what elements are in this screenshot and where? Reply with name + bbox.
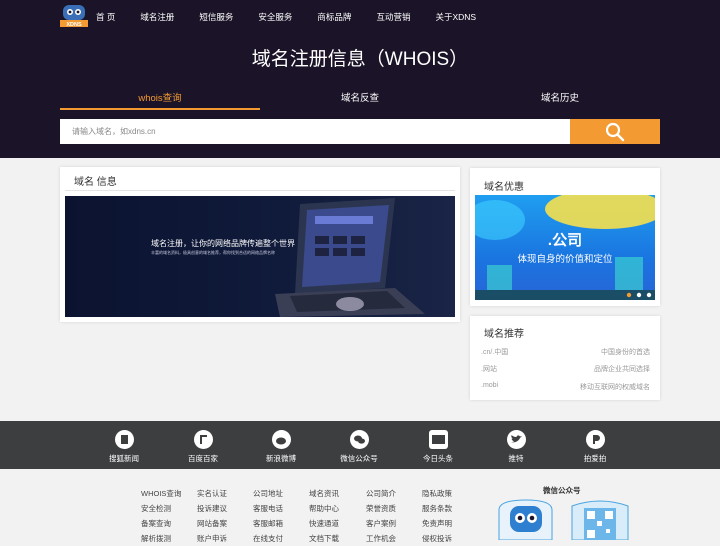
footer-link[interactable]: 隐私政策 bbox=[422, 486, 452, 501]
info-banner-subtitle: 丰富的域名资料，极具创意的域名推荐，帮你找到合适的网络品牌名称 bbox=[151, 250, 275, 255]
footer-links-col: 域名资讯 帮助中心 快速通道 文档下载 bbox=[309, 486, 339, 546]
footer-link[interactable]: 公司地址 bbox=[253, 486, 283, 501]
social-label: 拍爱拍 bbox=[583, 454, 607, 463]
wechat-icon bbox=[349, 430, 369, 449]
divider bbox=[65, 190, 455, 191]
footer-link[interactable]: 投诉建议 bbox=[197, 501, 227, 516]
social-link-sohu[interactable]: 搜狐新闻 bbox=[94, 430, 154, 464]
footer-links-col: WHOIS查询 安全检测 备案查询 解析拨测 bbox=[141, 486, 181, 546]
social-label: 新浪微博 bbox=[266, 454, 296, 463]
sohu-news-icon bbox=[114, 430, 134, 449]
social-label: 百度百家 bbox=[188, 454, 218, 463]
promo-banner[interactable]: .公司 体现自身的价值和定位 bbox=[475, 195, 655, 300]
wechat-title: 微信公众号 bbox=[543, 486, 581, 495]
social-link-paipai[interactable]: 拍爱拍 bbox=[565, 430, 625, 464]
social-label: 今日头条 bbox=[423, 454, 453, 463]
recommend-name[interactable]: .mobi bbox=[481, 382, 498, 389]
logo-text: XDNS bbox=[66, 22, 82, 28]
footer-link[interactable]: 在线支付 bbox=[253, 531, 283, 546]
recommend-desc: 中国身份的首选 bbox=[601, 349, 650, 356]
wechat-qr-code bbox=[498, 499, 629, 540]
promo-banner-subtitle: 体现自身的价值和定位 bbox=[517, 254, 613, 265]
search-icon bbox=[605, 122, 625, 142]
domain-recommend-heading: 域名推荐 bbox=[484, 329, 524, 340]
social-label: 微信公众号 bbox=[340, 454, 378, 463]
info-banner[interactable]: 域名注册，让你的网络品牌传遍整个世界 丰富的域名资料，极具创意的域名推荐，帮你找… bbox=[65, 196, 455, 317]
footer-link[interactable]: 客服邮箱 bbox=[253, 516, 283, 531]
footer-link[interactable]: 账户申诉 bbox=[197, 531, 227, 546]
recommend-name[interactable]: .网站 bbox=[481, 364, 497, 374]
promo-banner-title: .公司 bbox=[547, 232, 583, 249]
social-link-baidu[interactable]: 百度百家 bbox=[173, 430, 233, 464]
top-nav: 首 页 域名注册 短信服务 安全服务 商标品牌 互动营销 关于XDNS bbox=[96, 11, 501, 23]
footer-links-col: 公司简介 荣誉资质 客户案例 工作机会 bbox=[366, 486, 396, 546]
nav-item-sms-service[interactable]: 短信服务 bbox=[199, 11, 233, 23]
social-label: 搜狐新闻 bbox=[109, 454, 139, 463]
footer-link[interactable]: 实名认证 bbox=[197, 486, 227, 501]
logo[interactable]: XDNS bbox=[60, 4, 88, 28]
footer-link[interactable]: 工作机会 bbox=[366, 531, 396, 546]
footer-link[interactable]: 快速通道 bbox=[309, 516, 339, 531]
tab-whois[interactable]: whois查询 bbox=[60, 90, 260, 110]
nav-item-security-service[interactable]: 安全服务 bbox=[258, 11, 292, 23]
footer-link[interactable]: 域名资讯 bbox=[309, 486, 339, 501]
domain-promo-heading: 域名优惠 bbox=[484, 182, 524, 193]
paipai-icon bbox=[585, 430, 605, 449]
nav-item-marketing[interactable]: 互动营销 bbox=[376, 11, 410, 23]
footer-link[interactable]: 荣誉资质 bbox=[366, 501, 396, 516]
social-link-toutiao[interactable]: 今日头条 bbox=[408, 430, 468, 464]
nav-item-about[interactable]: 关于XDNS bbox=[435, 11, 476, 23]
domain-promo-card: 域名优惠 .公司 体现自身的价值和定位 bbox=[470, 168, 660, 306]
tab-domain-history[interactable]: 域名历史 bbox=[460, 90, 660, 110]
laptop-illustration bbox=[275, 198, 425, 317]
social-link-twitter[interactable]: 推特 bbox=[486, 430, 546, 464]
footer-link[interactable]: 安全检测 bbox=[141, 501, 181, 516]
page-title: 域名注册信息（WHOIS） bbox=[251, 49, 469, 70]
query-tabs: whois查询 域名反查 域名历史 bbox=[60, 90, 660, 110]
search-bar bbox=[60, 119, 660, 144]
footer-link[interactable]: 解析拨测 bbox=[141, 531, 181, 546]
footer-link[interactable]: 网站备案 bbox=[197, 516, 227, 531]
social-link-weibo[interactable]: 新浪微博 bbox=[251, 430, 311, 464]
footer-link[interactable]: 备案查询 bbox=[141, 516, 181, 531]
footer-links-col: 实名认证 投诉建议 网站备案 账户申诉 bbox=[197, 486, 227, 546]
search-button[interactable] bbox=[570, 119, 660, 144]
tab-reverse-lookup[interactable]: 域名反查 bbox=[260, 90, 460, 110]
recommend-desc: 品牌企业共同选择 bbox=[594, 366, 650, 373]
footer-link[interactable]: 免责声明 bbox=[422, 516, 452, 531]
weibo-icon bbox=[271, 430, 291, 449]
recommend-desc: 移动互联网的权威域名 bbox=[580, 384, 650, 391]
domain-info-heading: 域名 信息 bbox=[74, 177, 117, 188]
info-banner-title: 域名注册，让你的网络品牌传遍整个世界 bbox=[151, 239, 295, 248]
footer-link[interactable]: 帮助中心 bbox=[309, 501, 339, 516]
footer-link[interactable]: 客服电话 bbox=[253, 501, 283, 516]
social-bar: 搜狐新闻 百度百家 新浪微博 微信公众号 今日头条 推特 拍爱拍 bbox=[0, 421, 720, 469]
hero-header: XDNS 首 页 域名注册 短信服务 安全服务 商标品牌 互动营销 关于XDNS… bbox=[0, 0, 720, 158]
footer-link[interactable]: 侵权投诉 bbox=[422, 531, 452, 546]
nav-item-domain-register[interactable]: 域名注册 bbox=[140, 11, 174, 23]
footer-links-col: 隐私政策 服务条款 免责声明 侵权投诉 bbox=[422, 486, 452, 546]
footer-link[interactable]: WHOIS查询 bbox=[141, 486, 181, 501]
footer-link[interactable]: 服务条款 bbox=[422, 501, 452, 516]
nav-item-home[interactable]: 首 页 bbox=[96, 11, 115, 23]
baidu-baijia-icon bbox=[193, 430, 213, 449]
twitter-icon bbox=[506, 430, 526, 449]
footer-link[interactable]: 客户案例 bbox=[366, 516, 396, 531]
footer-link[interactable]: 公司简介 bbox=[366, 486, 396, 501]
social-label: 推特 bbox=[508, 454, 524, 463]
domain-info-card: 域名 信息 域名注册，让你的网络品牌传遍整个世界 丰富的域名资料，极具创意的域名… bbox=[60, 167, 460, 322]
nav-item-trademark[interactable]: 商标品牌 bbox=[317, 11, 351, 23]
domain-recommend-card: 域名推荐 .cn/.中国 中国身份的首选 .网站 品牌企业共同选择 .mobi … bbox=[470, 316, 660, 400]
search-input[interactable] bbox=[60, 119, 570, 144]
recommend-name[interactable]: .cn/.中国 bbox=[481, 347, 508, 357]
footer-link[interactable]: 文档下载 bbox=[309, 531, 339, 546]
toutiao-icon bbox=[428, 430, 448, 449]
footer-links-col: 公司地址 客服电话 客服邮箱 在线支付 bbox=[253, 486, 283, 546]
social-link-wechat[interactable]: 微信公众号 bbox=[329, 430, 389, 464]
